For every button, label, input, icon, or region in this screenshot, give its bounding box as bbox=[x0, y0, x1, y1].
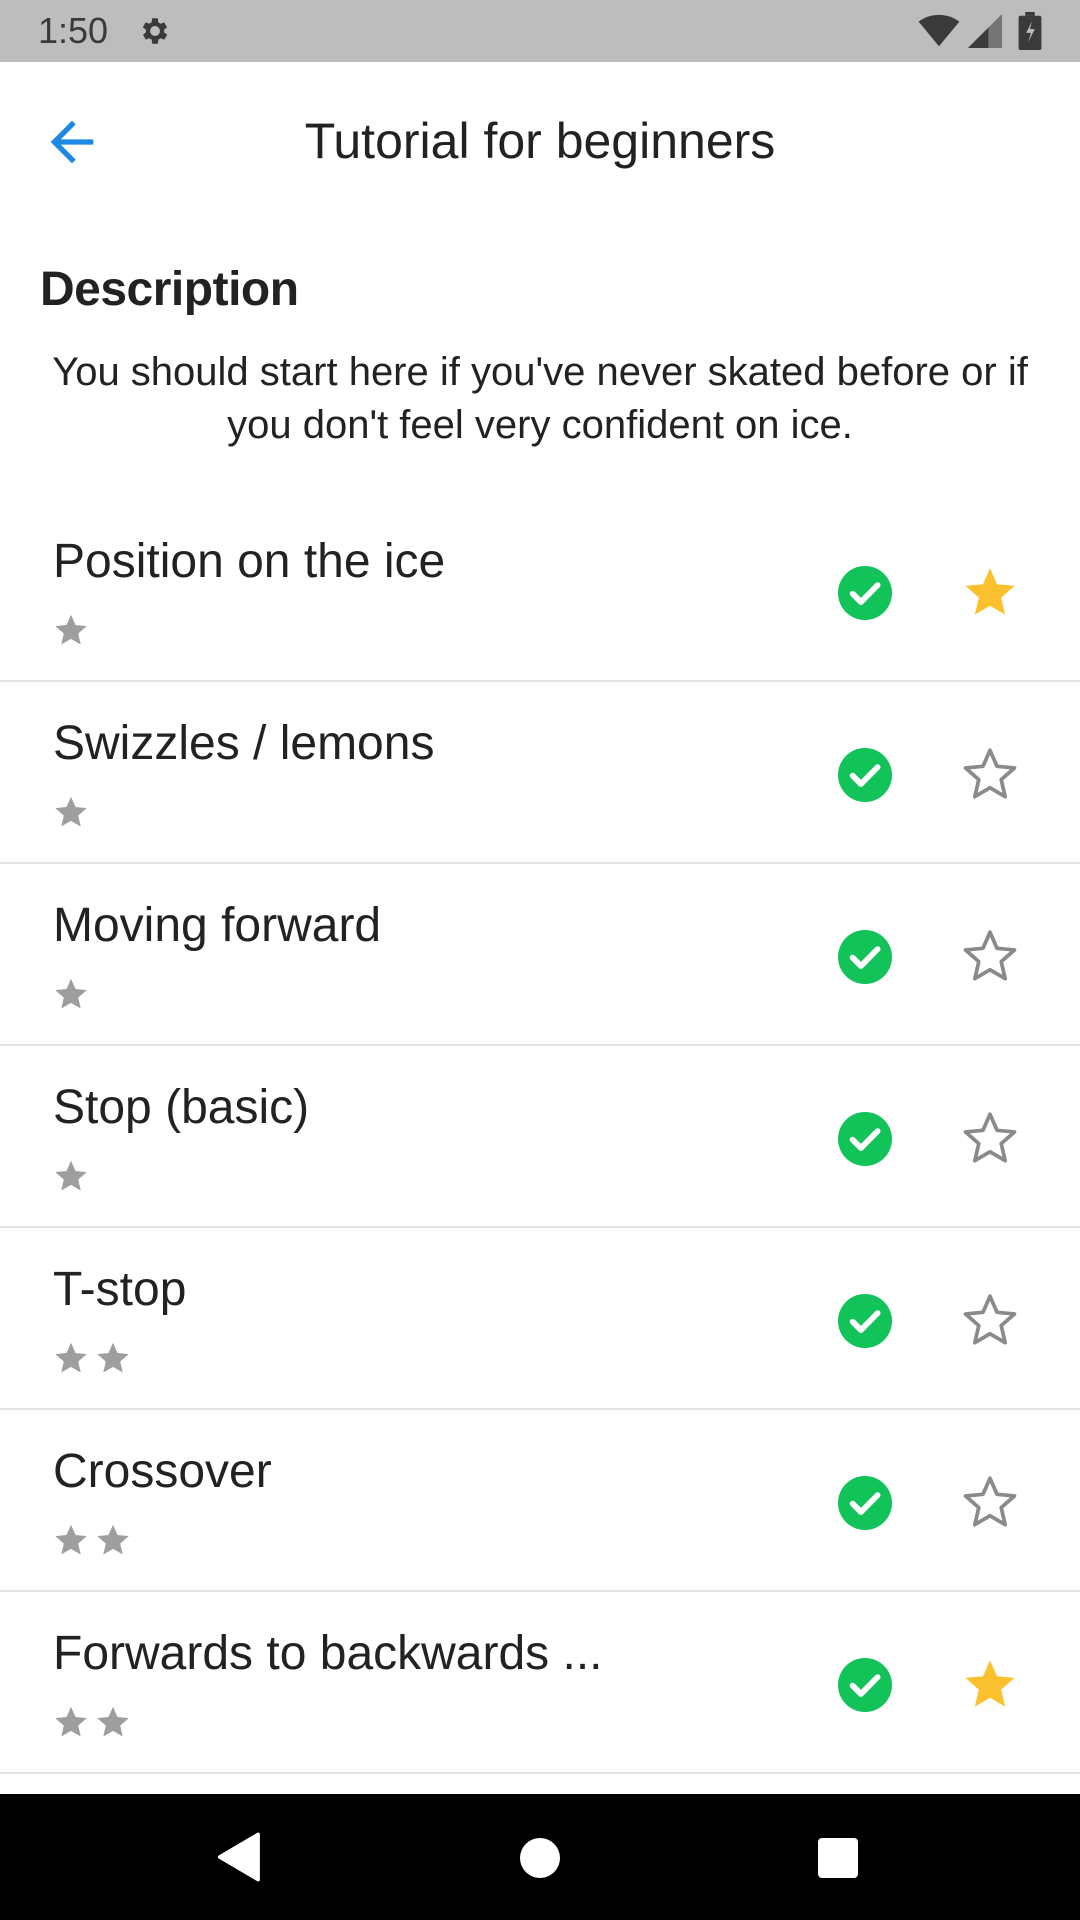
check-circle-icon bbox=[838, 566, 892, 620]
list-item[interactable]: Stop (basic) bbox=[0, 1046, 1080, 1228]
lesson-list: Position on the ice Swizzles / lemons Mo… bbox=[0, 500, 1080, 1774]
navigation-bar bbox=[0, 1794, 1080, 1920]
app-bar: Tutorial for beginners bbox=[0, 62, 1080, 212]
nav-back-icon[interactable] bbox=[216, 1832, 264, 1882]
check-circle-icon bbox=[838, 1294, 892, 1348]
wifi-icon bbox=[918, 14, 960, 47]
difficulty-rating bbox=[53, 612, 89, 648]
difficulty-rating bbox=[53, 1158, 89, 1194]
check-circle-icon bbox=[838, 1476, 892, 1530]
check-circle-icon bbox=[838, 1658, 892, 1712]
lesson-title: Position on the ice bbox=[53, 535, 446, 588]
lesson-title: T-stop bbox=[53, 1263, 187, 1316]
difficulty-star-icon bbox=[97, 1524, 129, 1555]
difficulty-star-icon bbox=[55, 1160, 87, 1191]
lesson-title: Swizzles / lemons bbox=[53, 717, 435, 770]
favorite-star-icon[interactable] bbox=[962, 928, 1018, 984]
list-item[interactable]: Moving forward bbox=[0, 864, 1080, 1046]
list-item[interactable]: Crossover bbox=[0, 1410, 1080, 1592]
favorite-star-icon[interactable] bbox=[962, 564, 1018, 620]
lesson-title: Crossover bbox=[53, 1445, 272, 1498]
check-circle-icon bbox=[838, 748, 892, 802]
difficulty-star-icon bbox=[55, 614, 87, 645]
description-text: You should start here if you've never sk… bbox=[52, 350, 1028, 447]
page-title: Tutorial for beginners bbox=[304, 113, 776, 169]
difficulty-star-icon bbox=[97, 1342, 129, 1373]
list-item[interactable]: T-stop bbox=[0, 1228, 1080, 1410]
gear-icon bbox=[142, 18, 168, 44]
difficulty-rating bbox=[53, 794, 89, 830]
list-item[interactable]: Swizzles / lemons bbox=[0, 682, 1080, 864]
status-bar: 1:50 bbox=[0, 0, 1080, 62]
battery-icon bbox=[1018, 12, 1042, 50]
lesson-title: Forwards to backwards ... bbox=[53, 1627, 603, 1680]
difficulty-star-icon bbox=[55, 1706, 87, 1737]
difficulty-rating bbox=[53, 1704, 131, 1740]
difficulty-star-icon bbox=[97, 1706, 129, 1737]
list-item[interactable]: Forwards to backwards ... bbox=[0, 1592, 1080, 1774]
nav-recents-icon[interactable] bbox=[818, 1838, 858, 1878]
status-time: 1:50 bbox=[38, 10, 109, 51]
difficulty-rating bbox=[53, 1340, 131, 1376]
difficulty-rating bbox=[53, 1522, 131, 1558]
difficulty-star-icon bbox=[55, 796, 87, 827]
list-item[interactable]: Position on the ice bbox=[0, 500, 1080, 682]
difficulty-star-icon bbox=[55, 978, 87, 1009]
difficulty-star-icon bbox=[55, 1342, 87, 1373]
favorite-star-icon[interactable] bbox=[962, 1110, 1018, 1166]
favorite-star-icon[interactable] bbox=[962, 1656, 1018, 1712]
favorite-star-icon[interactable] bbox=[962, 746, 1018, 802]
favorite-star-icon[interactable] bbox=[962, 1292, 1018, 1348]
signal-icon bbox=[968, 14, 1002, 48]
lesson-title: Stop (basic) bbox=[53, 1081, 310, 1134]
lesson-title: Moving forward bbox=[53, 899, 382, 952]
difficulty-star-icon bbox=[55, 1524, 87, 1555]
nav-home-icon[interactable] bbox=[520, 1838, 560, 1878]
description-heading: Description bbox=[40, 263, 299, 316]
favorite-star-icon[interactable] bbox=[962, 1474, 1018, 1530]
difficulty-rating bbox=[53, 976, 89, 1012]
check-circle-icon bbox=[838, 1112, 892, 1166]
check-circle-icon bbox=[838, 930, 892, 984]
